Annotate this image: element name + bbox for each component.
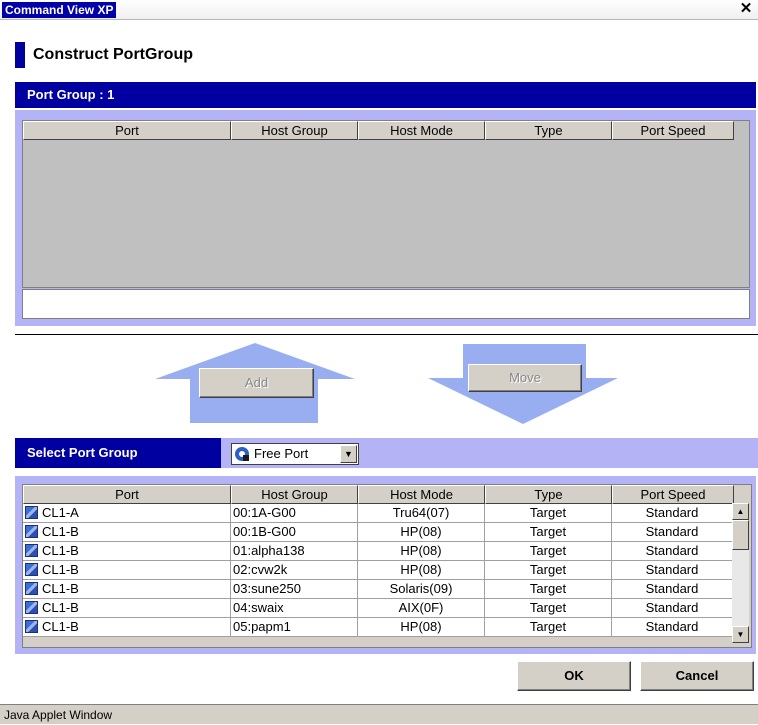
vertical-scrollbar[interactable]: ▲ ▼ [732, 503, 749, 643]
chevron-down-icon[interactable]: ▼ [340, 445, 357, 463]
column-header-port-speed[interactable]: Port Speed [612, 485, 734, 504]
type-cell: Target [485, 618, 612, 637]
port-icon [25, 601, 38, 614]
column-header-port[interactable]: Port [23, 485, 231, 504]
port-icon [25, 582, 38, 595]
port-cell: CL1-B [42, 600, 79, 615]
host-group-cell: 01:alpha138 [231, 542, 358, 561]
select-port-group-label: Select Port Group [15, 438, 221, 468]
column-header-host-mode[interactable]: Host Mode [358, 485, 485, 504]
scroll-thumb[interactable] [732, 520, 749, 550]
status-bar: Java Applet Window [0, 704, 758, 724]
port-group-table[interactable]: Port Host Group Host Mode Type Port Spee… [22, 120, 750, 288]
window-title: Command View XP [2, 2, 117, 18]
cancel-button[interactable]: Cancel [640, 661, 754, 691]
host-group-cell: 02:cvw2k [231, 561, 358, 580]
title-bar: Command View XP ✕ [0, 0, 758, 20]
type-cell: Target [485, 580, 612, 599]
free-port-icon [235, 447, 249, 461]
host-mode-cell: HP(08) [358, 542, 485, 561]
type-cell: Target [485, 599, 612, 618]
port-cell: CL1-B [42, 524, 79, 539]
port-speed-cell: Standard [612, 599, 733, 618]
host-mode-cell: HP(08) [358, 561, 485, 580]
port-speed-cell: Standard [612, 561, 733, 580]
host-group-cell: 00:1A-G00 [231, 504, 358, 523]
column-header-port-speed[interactable]: Port Speed [612, 121, 734, 140]
port-icon [25, 620, 38, 633]
move-button[interactable]: Move [468, 364, 582, 392]
port-cell: CL1-B [42, 619, 79, 634]
host-mode-cell: Tru64(07) [358, 504, 485, 523]
host-mode-cell: AIX(0F) [358, 599, 485, 618]
port-speed-cell: Standard [612, 504, 733, 523]
column-header-host-group[interactable]: Host Group [231, 121, 358, 140]
type-cell: Target [485, 523, 612, 542]
table-row[interactable]: CL1-B 04:swaix AIX(0F) Target Standard [23, 599, 733, 618]
column-header-type[interactable]: Type [485, 121, 612, 140]
port-speed-cell: Standard [612, 523, 733, 542]
free-port-table[interactable]: Port Host Group Host Mode Type Port Spee… [22, 484, 752, 648]
port-cell: CL1-A [42, 505, 79, 520]
port-icon [25, 506, 38, 519]
ok-button[interactable]: OK [517, 661, 631, 691]
table-row[interactable]: CL1-B 05:papm1 HP(08) Target Standard [23, 618, 733, 637]
port-group-select-value: Free Port [254, 446, 309, 461]
port-icon [25, 525, 38, 538]
host-group-cell: 00:1B-G00 [231, 523, 358, 542]
type-cell: Target [485, 542, 612, 561]
port-group-select[interactable]: Free Port ▼ [231, 443, 359, 465]
port-icon [25, 563, 38, 576]
host-mode-cell: Solaris(09) [358, 580, 485, 599]
table-row[interactable]: CL1-B 01:alpha138 HP(08) Target Standard [23, 542, 733, 561]
header-marker [15, 42, 25, 68]
column-header-port[interactable]: Port [23, 121, 231, 140]
host-mode-cell: HP(08) [358, 618, 485, 637]
page-title: Construct PortGroup [33, 46, 193, 63]
host-mode-cell: HP(08) [358, 523, 485, 542]
host-group-cell: 04:swaix [231, 599, 358, 618]
port-speed-cell: Standard [612, 618, 733, 637]
type-cell: Target [485, 504, 612, 523]
host-group-cell: 03:sune250 [231, 580, 358, 599]
table-row[interactable]: CL1-B 02:cvw2k HP(08) Target Standard [23, 561, 733, 580]
port-group-bar: Port Group : 1 [15, 82, 756, 108]
column-header-type[interactable]: Type [485, 485, 612, 504]
type-cell: Target [485, 561, 612, 580]
port-icon [25, 544, 38, 557]
host-group-cell: 05:papm1 [231, 618, 358, 637]
table-row[interactable]: CL1-A 00:1A-G00 Tru64(07) Target Standar… [23, 504, 733, 523]
scroll-up-icon[interactable]: ▲ [732, 503, 749, 520]
scroll-down-icon[interactable]: ▼ [732, 626, 749, 643]
port-cell: CL1-B [42, 543, 79, 558]
port-group-summary-row [22, 289, 750, 319]
add-button[interactable]: Add [199, 368, 314, 398]
table-row[interactable]: CL1-B 00:1B-G00 HP(08) Target Standard [23, 523, 733, 542]
close-icon[interactable]: ✕ [738, 1, 754, 17]
port-cell: CL1-B [42, 581, 79, 596]
port-cell: CL1-B [42, 562, 79, 577]
port-speed-cell: Standard [612, 542, 733, 561]
port-speed-cell: Standard [612, 580, 733, 599]
column-header-host-mode[interactable]: Host Mode [358, 121, 485, 140]
column-header-host-group[interactable]: Host Group [231, 485, 358, 504]
table-row[interactable]: CL1-B 03:sune250 Solaris(09) Target Stan… [23, 580, 733, 599]
divider [15, 334, 758, 335]
